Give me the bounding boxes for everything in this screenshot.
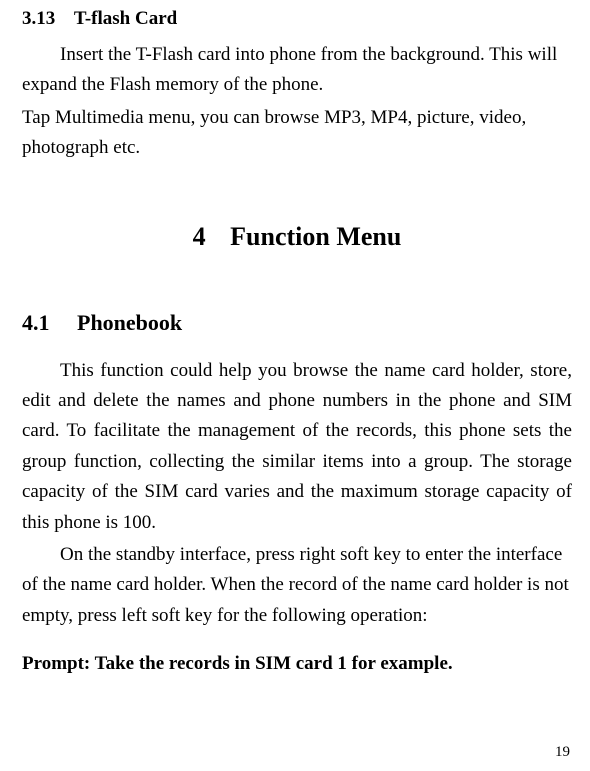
prompt-text: Prompt: Take the records in SIM card 1 f… <box>22 653 572 675</box>
subsection-number: 4.1 <box>22 310 50 335</box>
section-3-13-para-2: Tap Multimedia menu, you can browse MP3,… <box>22 103 572 164</box>
chapter-title: Function Menu <box>230 222 401 251</box>
section-title: T-flash Card <box>74 8 177 29</box>
section-3-13-para-1: Insert the T-Flash card into phone from … <box>22 40 572 101</box>
section-4-1-para-1: This function could help you browse the … <box>22 356 572 538</box>
section-4-1-para-2: On the standby interface, press right so… <box>22 540 572 631</box>
section-4-1-heading: 4.1 Phonebook <box>22 310 572 336</box>
chapter-number: 4 <box>193 222 206 251</box>
chapter-4-heading: 4 Function Menu <box>22 222 572 252</box>
section-3-13-heading: 3.13 T-flash Card <box>22 8 572 30</box>
section-number: 3.13 <box>22 8 55 29</box>
subsection-title: Phonebook <box>77 310 182 335</box>
page-number: 19 <box>555 744 570 761</box>
